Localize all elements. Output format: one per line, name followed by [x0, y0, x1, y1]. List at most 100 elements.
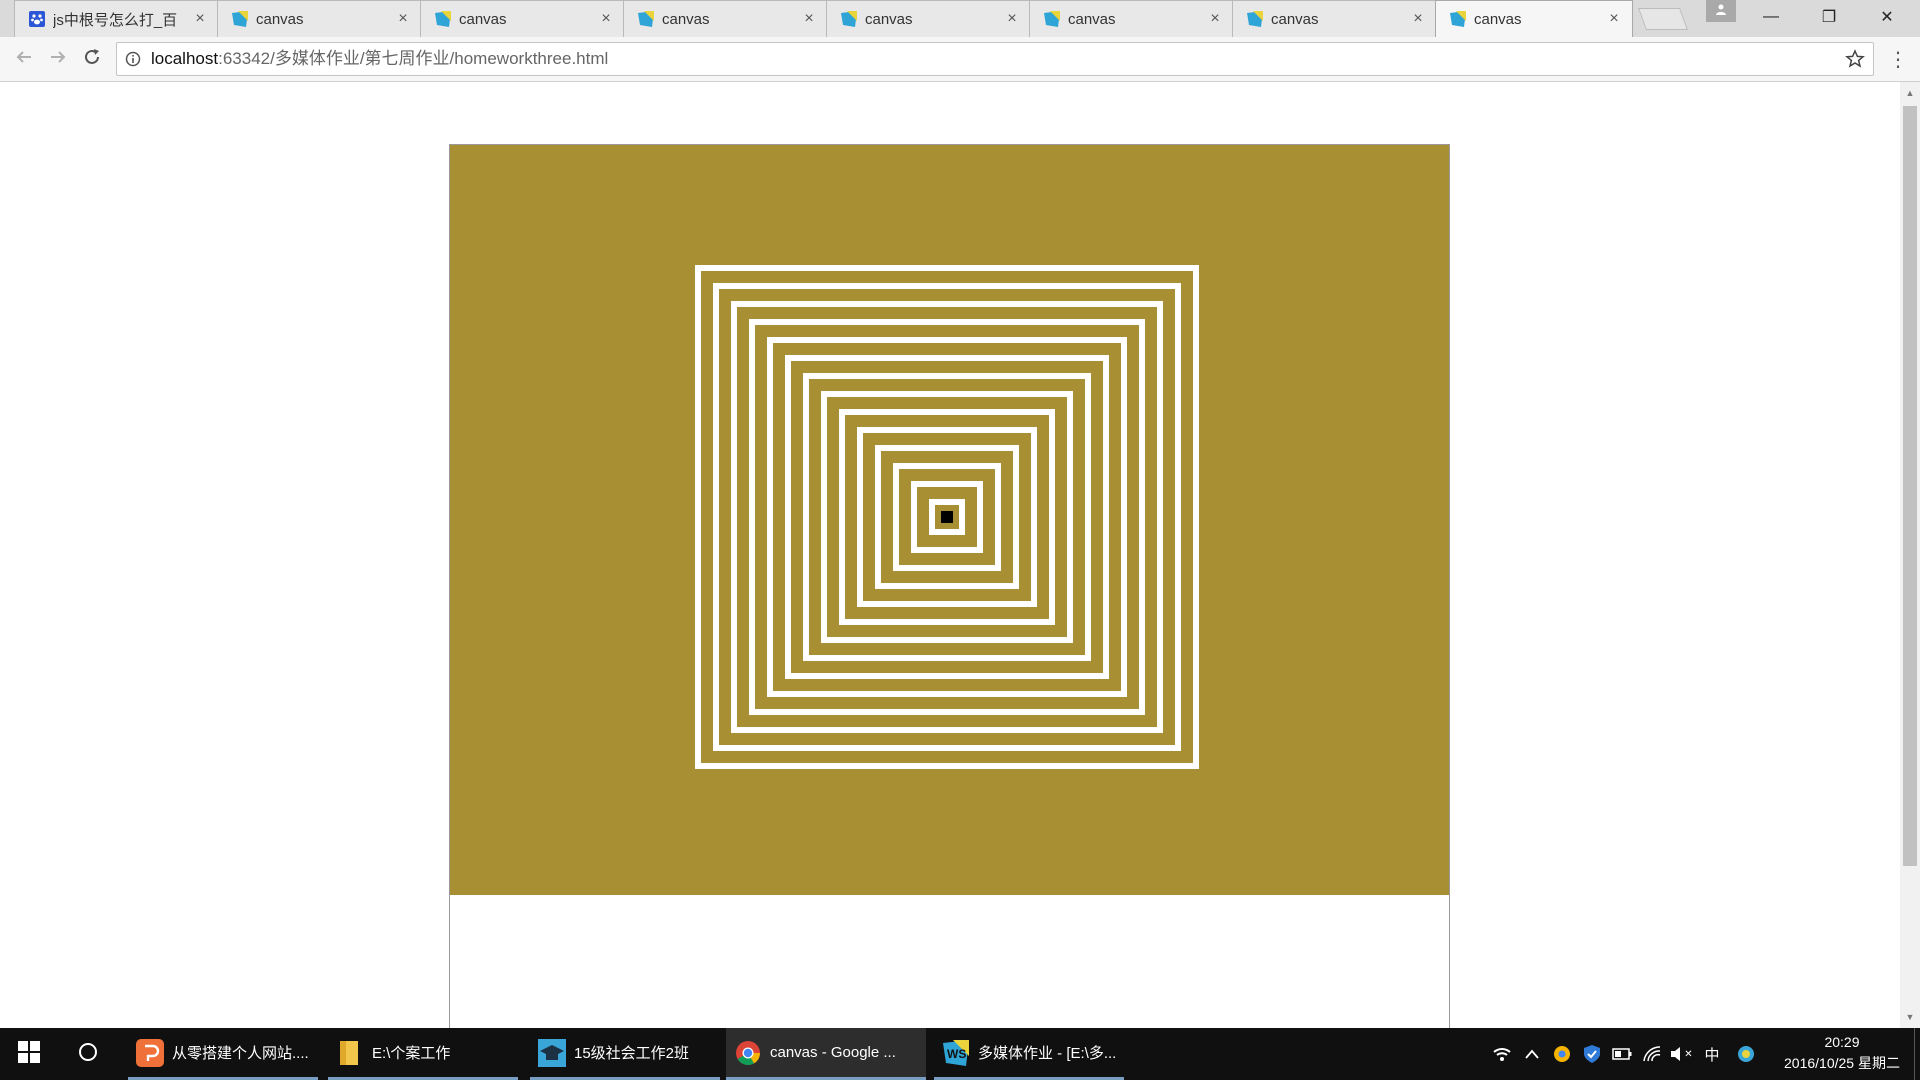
tab-title: canvas — [865, 10, 913, 28]
taskbar-item-chrome[interactable]: canvas - Google ... — [726, 1028, 926, 1080]
tab-title: canvas — [1474, 10, 1522, 28]
tab-close-icon[interactable]: × — [192, 11, 208, 27]
tab-title: canvas — [1068, 10, 1116, 28]
webstorm-icon — [841, 11, 857, 27]
cortana-button[interactable] — [64, 1028, 112, 1080]
taskbar-item-explorer[interactable]: E:\个案工作 — [328, 1028, 518, 1080]
shield-icon[interactable] — [1582, 1044, 1602, 1064]
page-viewport — [0, 82, 1900, 1028]
browser-menu-button[interactable]: ⋮ — [1886, 45, 1910, 73]
center-square — [941, 511, 953, 523]
tab-title: canvas — [459, 10, 507, 28]
notification-icon[interactable] — [1736, 1044, 1756, 1064]
clock-date: 2016/10/25 星期二 — [1784, 1055, 1900, 1071]
webstorm-icon — [638, 11, 654, 27]
tab-canvas[interactable]: canvas × — [1029, 0, 1234, 37]
url-host: localhost — [151, 49, 219, 68]
tab-baidu-search[interactable]: js中根号怎么打_百 × — [14, 0, 219, 37]
cortana-circle-icon — [77, 1041, 99, 1068]
scrollbar-thumb[interactable] — [1903, 106, 1917, 866]
tab-title: canvas — [662, 10, 710, 28]
taskbar-item-webstorm[interactable]: WS 多媒体作业 - [E:\多... — [934, 1028, 1124, 1080]
taskbar-item-label: E:\个案工作 — [372, 1045, 451, 1062]
tab-close-icon[interactable]: × — [1606, 11, 1622, 27]
battery-icon[interactable] — [1612, 1044, 1632, 1064]
ime-indicator[interactable]: 中 — [1702, 1044, 1722, 1064]
address-bar[interactable]: localhost:63342/多媒体作业/第七周作业/homeworkthre… — [116, 42, 1874, 76]
url-path: :63342/多媒体作业/第七周作业/homeworkthree.html — [218, 49, 609, 68]
scroll-up-arrow-icon[interactable]: ▲ — [1900, 84, 1920, 102]
taskbar-item-label: 15级社会工作2班 — [574, 1045, 690, 1062]
minimize-icon: — — [1763, 8, 1779, 25]
arrow-left-icon — [15, 48, 33, 71]
tab-close-icon[interactable]: × — [1410, 11, 1426, 27]
wifi-icon[interactable] — [1492, 1044, 1512, 1064]
webstorm-icon — [232, 11, 248, 27]
close-window-button[interactable]: ✕ — [1858, 0, 1916, 34]
reload-button[interactable] — [78, 45, 106, 73]
windows-taskbar: 从零搭建个人网站.... E:\个案工作 15级社会工作2班 canvas - … — [0, 1028, 1920, 1080]
tab-strip: js中根号怎么打_百 × canvas × canvas × canvas × — [0, 0, 1920, 37]
webstorm-icon — [1044, 11, 1060, 27]
tab-canvas[interactable]: canvas × — [420, 0, 625, 37]
webstorm-icon — [1247, 11, 1263, 27]
start-button[interactable] — [0, 1028, 58, 1080]
system-clock[interactable]: 20:29 2016/10/25 星期二 — [1772, 1032, 1912, 1076]
close-icon: ✕ — [1880, 9, 1894, 26]
taskbar-item-label: 从零搭建个人网站.... — [172, 1045, 309, 1062]
url-text: localhost:63342/多媒体作业/第七周作业/homeworkthre… — [151, 43, 608, 75]
tab-close-icon[interactable]: × — [801, 11, 817, 27]
tab-close-icon[interactable]: × — [1004, 11, 1020, 27]
tab-canvas[interactable]: canvas × — [1232, 0, 1437, 37]
tab-close-icon[interactable]: × — [598, 11, 614, 27]
taskbar-item-class[interactable]: 15级社会工作2班 — [530, 1028, 720, 1080]
tab-title: js中根号怎么打_百 — [53, 11, 178, 29]
info-icon[interactable] — [125, 51, 141, 67]
volume-muted-icon[interactable]: ✕ — [1670, 1044, 1694, 1064]
graduation-cap-icon — [538, 1038, 566, 1067]
reload-icon — [83, 48, 101, 71]
restore-icon: ❐ — [1821, 9, 1837, 26]
restore-button[interactable]: ❐ — [1800, 0, 1858, 34]
vertical-scrollbar[interactable]: ▲ ▼ — [1900, 82, 1920, 1028]
network-signal-icon[interactable] — [1642, 1044, 1662, 1064]
person-icon — [1715, 2, 1727, 20]
new-tab-button[interactable] — [1637, 8, 1689, 30]
wps-presentation-icon — [136, 1038, 164, 1067]
folder-icon — [336, 1039, 364, 1067]
taskbar-item-label: 多媒体作业 - [E:\多... — [978, 1045, 1117, 1062]
forward-button[interactable] — [44, 45, 72, 73]
arrow-right-icon — [49, 48, 67, 71]
minimize-button[interactable]: — — [1742, 0, 1800, 34]
chevron-up-icon[interactable] — [1522, 1044, 1542, 1064]
svg-text:WS: WS — [947, 1047, 966, 1061]
webstorm-icon — [435, 11, 451, 27]
tab-canvas[interactable]: canvas × — [217, 0, 422, 37]
star-icon[interactable] — [1845, 49, 1865, 69]
taskbar-item-label: canvas - Google ... — [770, 1044, 896, 1061]
canvas-drawing — [450, 145, 1449, 895]
tab-close-icon[interactable]: × — [1207, 11, 1223, 27]
tab-title: canvas — [256, 10, 304, 28]
scroll-down-arrow-icon[interactable]: ▼ — [1900, 1008, 1920, 1026]
tab-canvas-active[interactable]: canvas × — [1435, 0, 1633, 37]
browser-toolbar: localhost:63342/多媒体作业/第七周作业/homeworkthre… — [0, 37, 1920, 82]
webstorm-icon — [1450, 11, 1466, 27]
chrome-icon — [734, 1039, 762, 1067]
mute-x: ✕ — [1684, 1048, 1693, 1060]
tab-canvas[interactable]: canvas × — [826, 0, 1031, 37]
tab-close-icon[interactable]: × — [395, 11, 411, 27]
kebab-menu-icon: ⋮ — [1888, 48, 1908, 71]
taskbar-item-wps[interactable]: 从零搭建个人网站.... — [128, 1028, 318, 1080]
system-tray: ✕ 中 — [1484, 1028, 1784, 1080]
back-button[interactable] — [10, 45, 38, 73]
chrome-tray-icon[interactable] — [1552, 1044, 1572, 1064]
baidu-paw-icon — [29, 11, 45, 27]
profile-button[interactable] — [1706, 0, 1736, 22]
clock-time: 20:29 — [1824, 1034, 1860, 1050]
webstorm-icon: WS — [942, 1039, 970, 1067]
tab-canvas[interactable]: canvas × — [623, 0, 828, 37]
tab-title: canvas — [1271, 10, 1319, 28]
html-canvas[interactable] — [449, 144, 1450, 1028]
show-desktop-button[interactable] — [1914, 1028, 1920, 1080]
